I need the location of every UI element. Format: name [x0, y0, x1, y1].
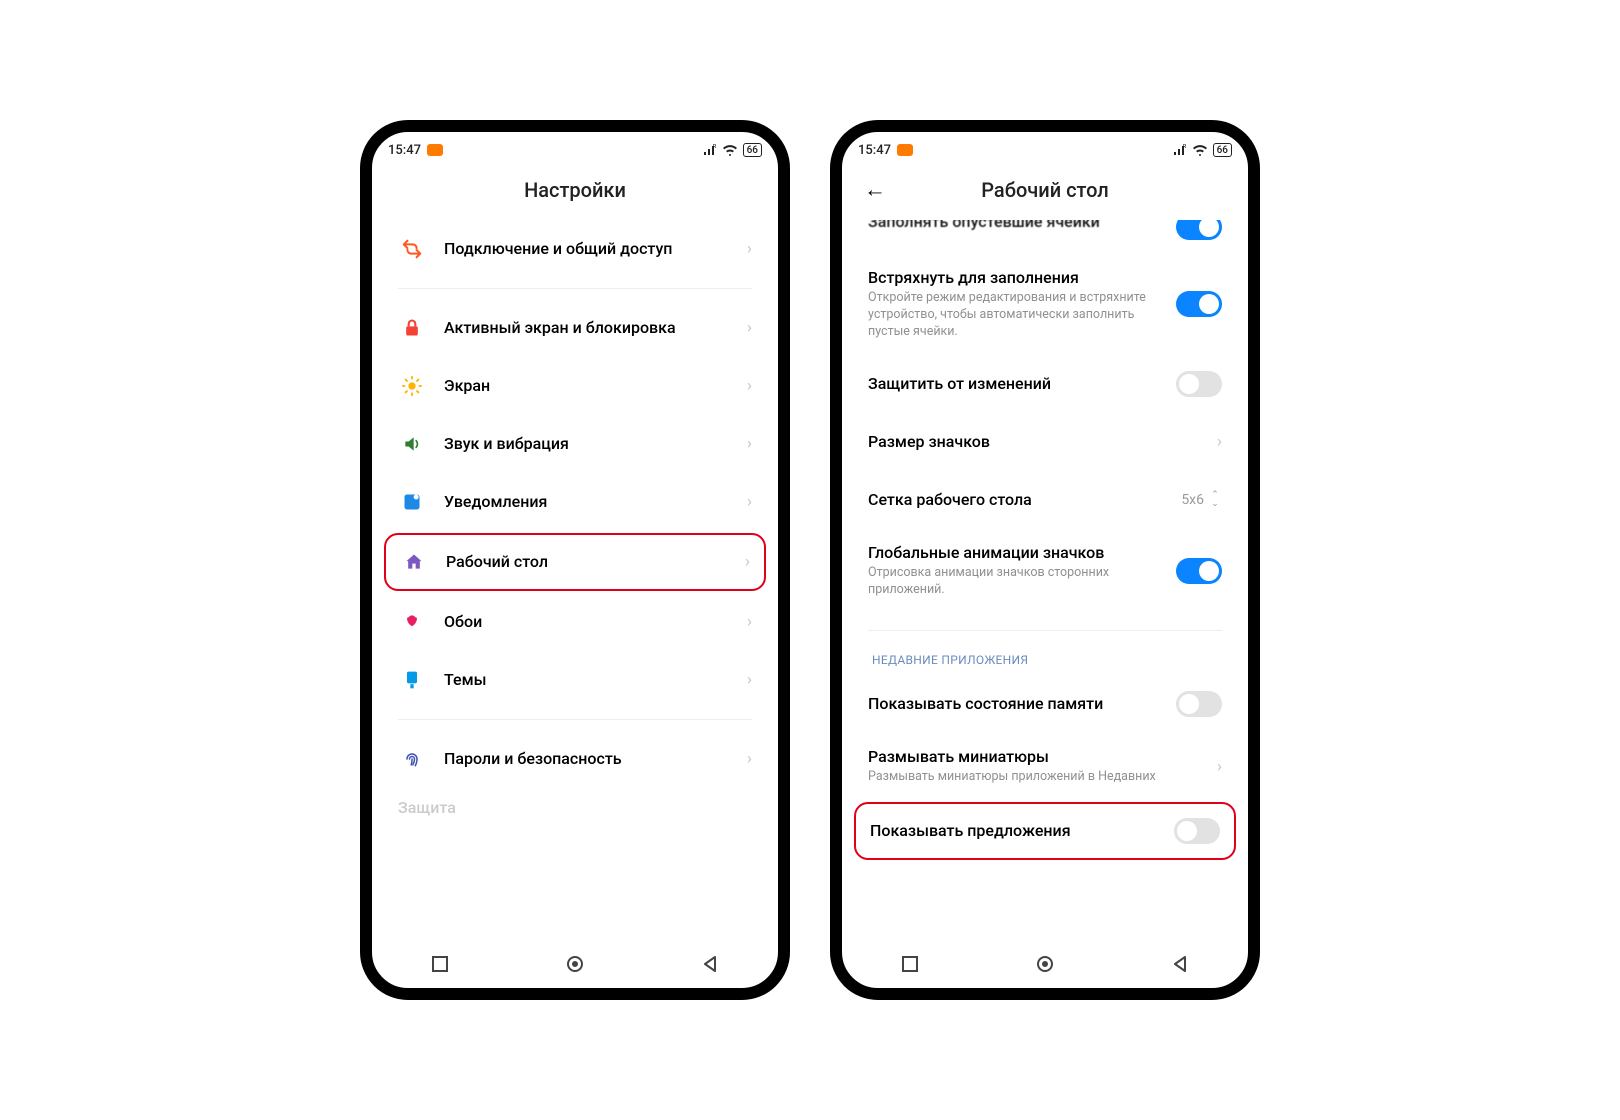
- row-lockscreen[interactable]: Активный экран и блокировка ›: [380, 299, 770, 357]
- svg-text:R: R: [1183, 144, 1187, 150]
- nav-home-button[interactable]: [1035, 954, 1055, 974]
- signal-icon: R: [1173, 144, 1187, 156]
- nav-recents-button[interactable]: [900, 954, 920, 974]
- notification-icon: [402, 492, 422, 512]
- row-home-screen[interactable]: Рабочий стол ›: [384, 533, 766, 591]
- row-global-animations[interactable]: Глобальные анимации значков Отрисовка ан…: [850, 529, 1240, 613]
- chevron-right-icon: ›: [1217, 432, 1222, 452]
- section-recent-apps: НЕДАВНИЕ ПРИЛОЖЕНИЯ: [850, 641, 1240, 675]
- row-protect-changes[interactable]: Защитить от изменений: [850, 355, 1240, 413]
- status-time: 15:47: [388, 143, 421, 158]
- nav-back-button[interactable]: [1170, 954, 1190, 974]
- toggle-suggestions[interactable]: [1174, 818, 1220, 844]
- settings-list[interactable]: Подключение и общий доступ › Активный эк…: [372, 220, 778, 940]
- row-fill-empty-cells[interactable]: Заполнять опустевшие ячейки: [850, 220, 1240, 254]
- nav-home-button[interactable]: [565, 954, 585, 974]
- home-settings-list[interactable]: Заполнять опустевшие ячейки Встряхнуть д…: [842, 220, 1248, 940]
- nav-bar: [372, 940, 778, 988]
- chevron-right-icon: ›: [747, 612, 752, 632]
- status-app-icon: [897, 144, 913, 156]
- grid-value: 5x6: [1181, 492, 1204, 508]
- row-security[interactable]: Пароли и безопасность ›: [380, 730, 770, 788]
- stepper-icon: ⌃⌄: [1208, 491, 1222, 509]
- toggle-shake-fill[interactable]: [1176, 291, 1222, 317]
- share-icon: [401, 238, 423, 260]
- lock-icon: [402, 318, 422, 338]
- chevron-right-icon: ›: [747, 318, 752, 338]
- nav-back-button[interactable]: [700, 954, 720, 974]
- chevron-right-icon: ›: [747, 749, 752, 769]
- sound-icon: [402, 434, 422, 454]
- phone-home-screen-settings: 15:47 R 66 ← Рабочий стол Заполнять опус…: [830, 120, 1260, 1000]
- battery-indicator: 66: [743, 143, 762, 157]
- toggle-protect[interactable]: [1176, 371, 1222, 397]
- wifi-icon: [1192, 144, 1208, 156]
- chevron-right-icon: ›: [747, 670, 752, 690]
- toggle-memory[interactable]: [1176, 691, 1222, 717]
- chevron-right-icon: ›: [747, 492, 752, 512]
- wallpaper-icon: [402, 612, 422, 632]
- row-sound[interactable]: Звук и вибрация ›: [380, 415, 770, 473]
- back-button[interactable]: ←: [864, 176, 886, 202]
- nav-recents-button[interactable]: [430, 954, 450, 974]
- row-connection-share[interactable]: Подключение и общий доступ ›: [380, 220, 770, 278]
- divider: [398, 719, 752, 720]
- row-display[interactable]: Экран ›: [380, 357, 770, 415]
- row-grid[interactable]: Сетка рабочего стола 5x6 ⌃⌄: [850, 471, 1240, 529]
- divider: [398, 288, 752, 289]
- chevron-right-icon: ›: [747, 239, 752, 259]
- chevron-right-icon: ›: [745, 552, 750, 572]
- home-icon: [404, 552, 424, 572]
- row-partial[interactable]: Защита: [380, 788, 770, 817]
- toggle-fill-empty[interactable]: [1176, 220, 1222, 240]
- status-time: 15:47: [858, 143, 891, 158]
- signal-icon: R: [703, 144, 717, 156]
- row-wallpaper[interactable]: Обои ›: [380, 593, 770, 651]
- status-bar: 15:47 R 66: [372, 132, 778, 164]
- status-app-icon: [427, 144, 443, 156]
- row-icon-size[interactable]: Размер значков ›: [850, 413, 1240, 471]
- svg-text:R: R: [713, 144, 717, 150]
- nav-bar: [842, 940, 1248, 988]
- row-show-suggestions[interactable]: Показывать предложения: [854, 802, 1236, 860]
- toggle-animations[interactable]: [1176, 558, 1222, 584]
- row-notifications[interactable]: Уведомления ›: [380, 473, 770, 531]
- page-title: ← Рабочий стол: [842, 164, 1248, 220]
- divider: [868, 630, 1222, 631]
- phone-settings-main: 15:47 R 66 Настройки Подключение и общий…: [360, 120, 790, 1000]
- theme-icon: [402, 669, 422, 691]
- chevron-right-icon: ›: [1217, 757, 1222, 777]
- wifi-icon: [722, 144, 738, 156]
- page-title: Настройки: [372, 164, 778, 220]
- chevron-right-icon: ›: [747, 434, 752, 454]
- status-bar: 15:47 R 66: [842, 132, 1248, 164]
- fingerprint-icon: [402, 749, 422, 769]
- battery-indicator: 66: [1213, 143, 1232, 157]
- row-show-memory[interactable]: Показывать состояние памяти: [850, 675, 1240, 733]
- chevron-right-icon: ›: [747, 376, 752, 396]
- sun-icon: [401, 375, 423, 397]
- row-themes[interactable]: Темы ›: [380, 651, 770, 709]
- row-blur-thumbnails[interactable]: Размывать миниатюры Размывать миниатюры …: [850, 733, 1240, 800]
- row-shake-to-fill[interactable]: Встряхнуть для заполнения Откройте режим…: [850, 254, 1240, 355]
